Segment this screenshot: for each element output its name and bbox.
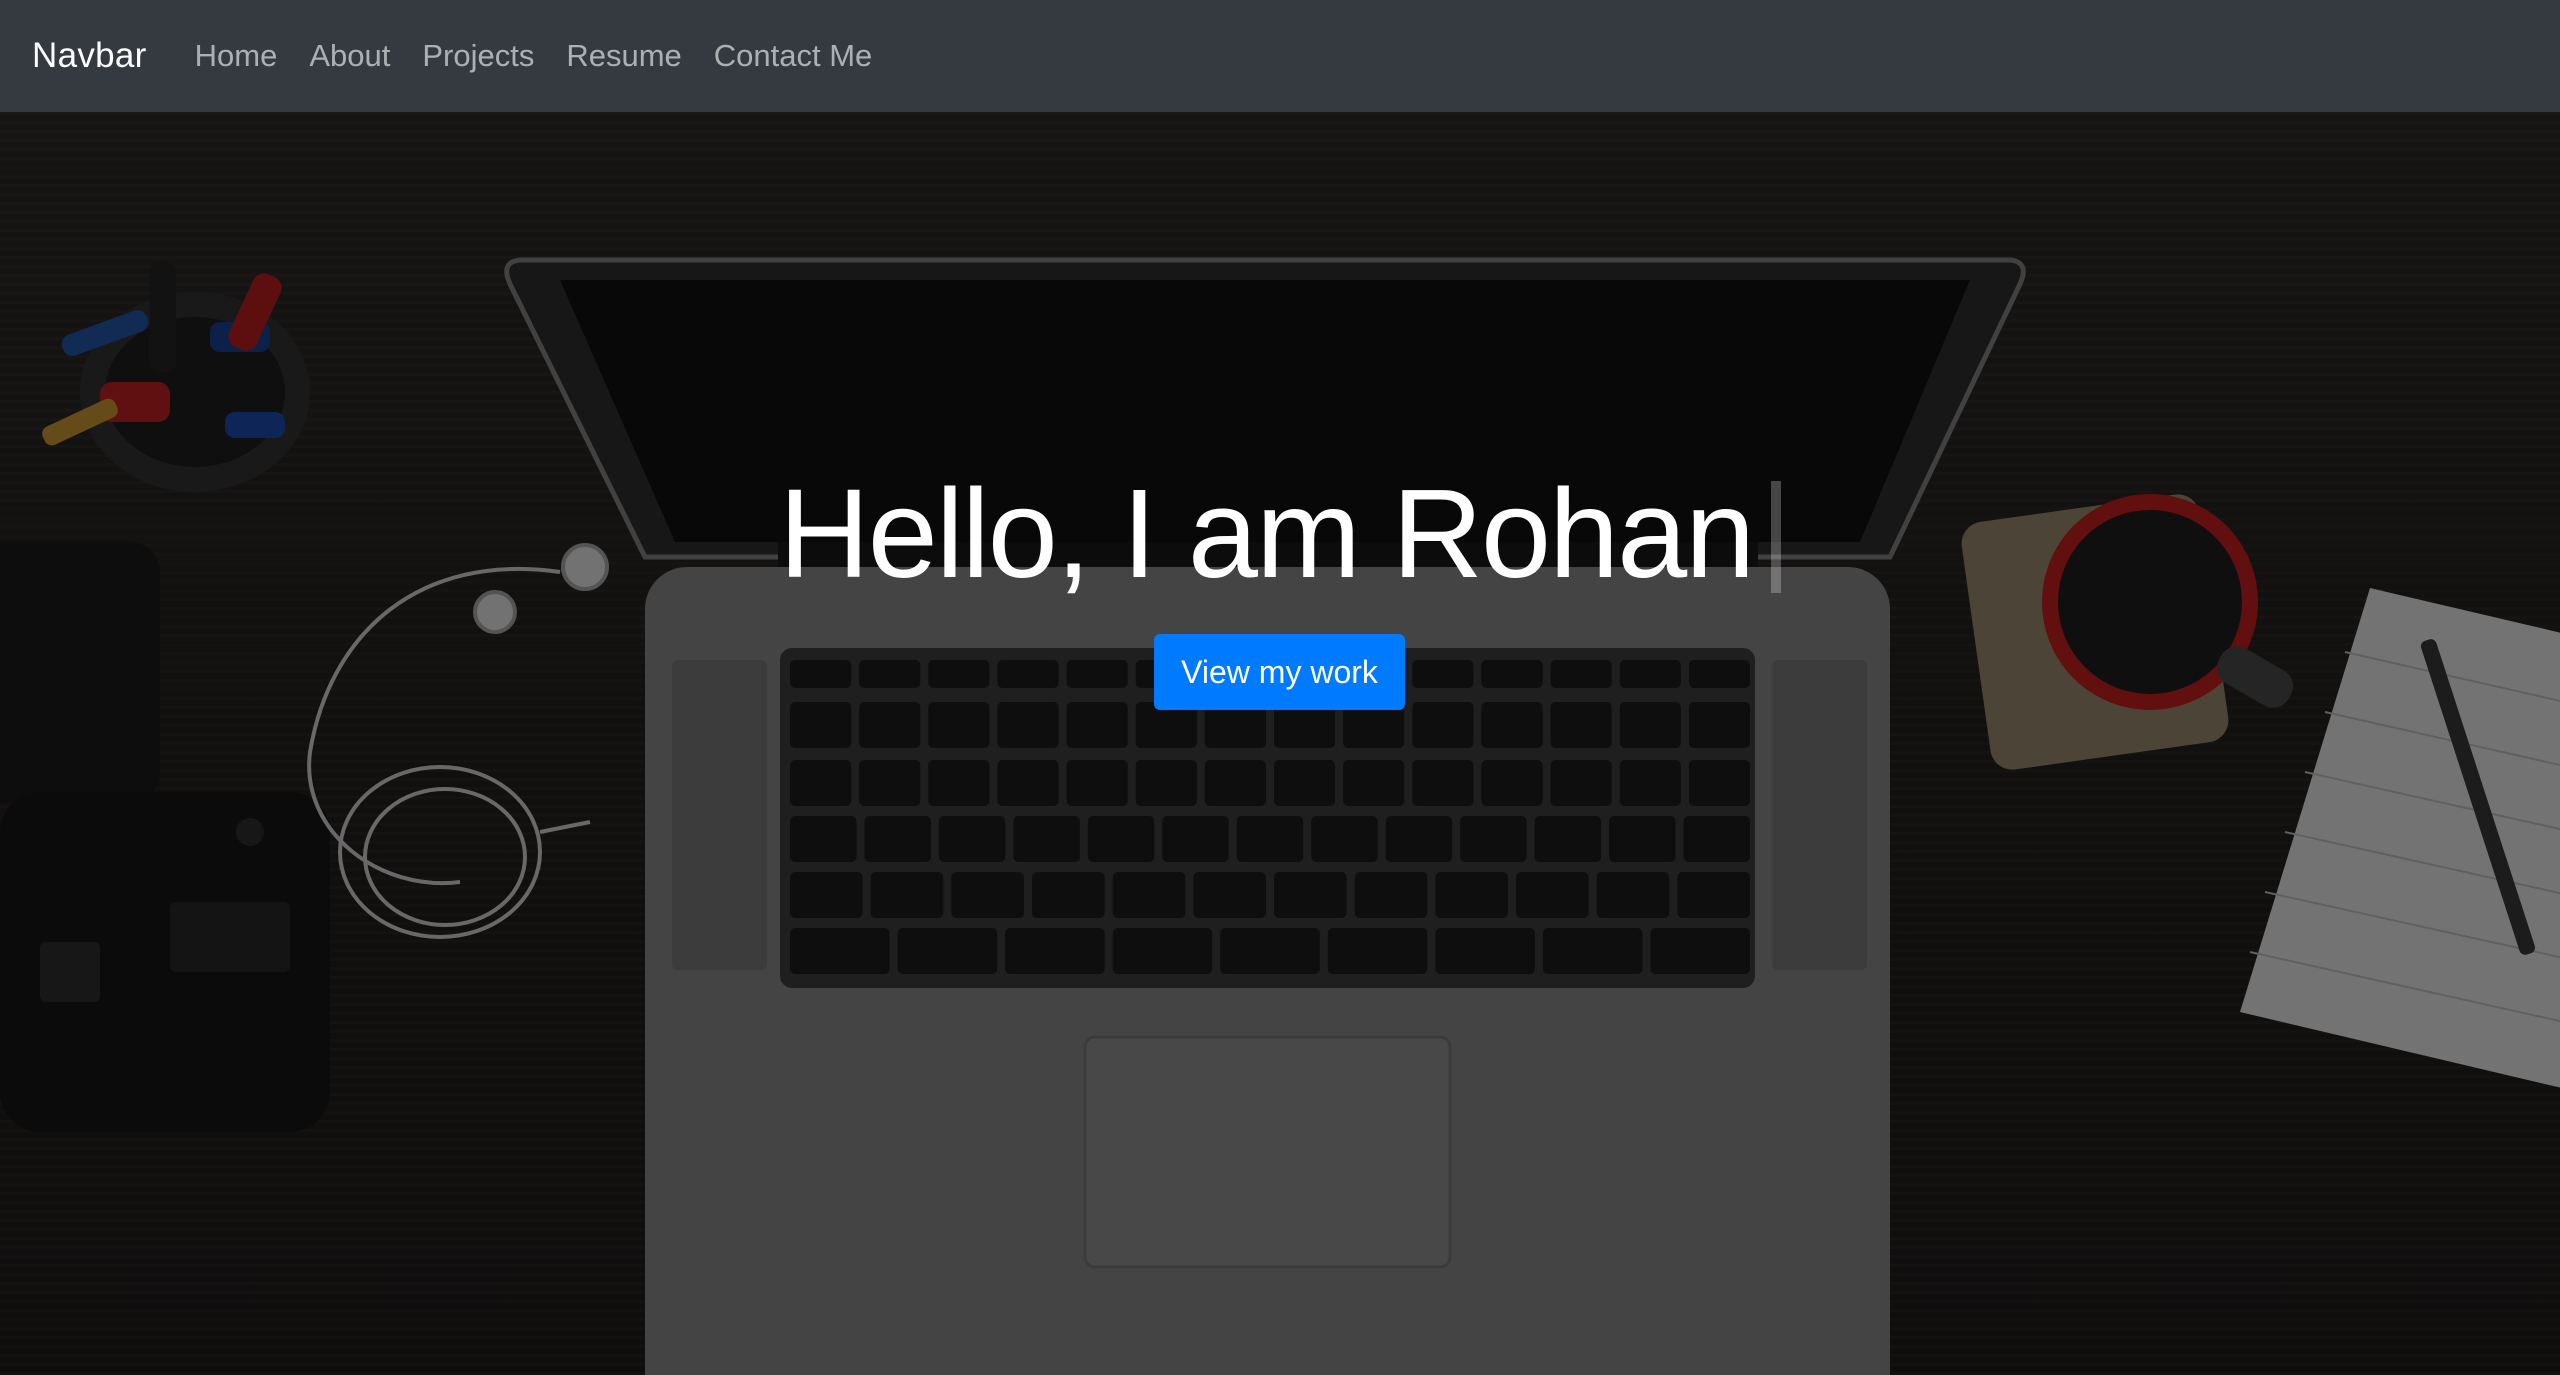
nav-link-projects[interactable]: Projects (422, 38, 534, 74)
navbar: Navbar Home About Projects Resume Contac… (0, 0, 2560, 112)
hero-section: Hello, I am Rohan View my work (0, 112, 2560, 1375)
nav-link-resume[interactable]: Resume (566, 38, 681, 74)
navbar-brand[interactable]: Navbar (32, 36, 147, 76)
view-my-work-button[interactable]: View my work (1154, 634, 1405, 710)
hero-title: Hello, I am Rohan (0, 471, 2560, 597)
typing-cursor (1771, 481, 1782, 594)
nav-link-home[interactable]: Home (195, 38, 278, 74)
nav-link-about[interactable]: About (309, 38, 390, 74)
hero-dark-overlay (0, 112, 2560, 1375)
nav-link-contact[interactable]: Contact Me (714, 38, 873, 74)
hero-title-text: Hello, I am Rohan (778, 463, 1755, 605)
